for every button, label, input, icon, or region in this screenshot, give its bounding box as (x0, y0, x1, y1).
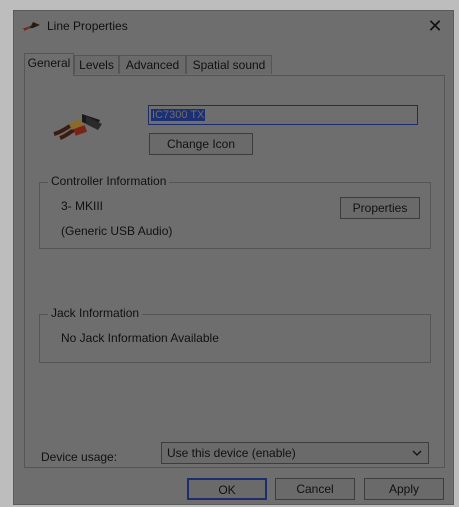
controller-name: 3- MKIII (61, 199, 104, 213)
controller-driver: (Generic USB Audio) (61, 224, 173, 238)
general-tab-panel: IC7300 TX Change Icon Controller Informa… (24, 75, 445, 468)
apply-button[interactable]: Apply (364, 478, 444, 500)
cancel-button[interactable]: Cancel (275, 478, 355, 500)
device-usage-dropdown[interactable]: Use this device (enable) (161, 442, 429, 464)
tab-spatial-sound[interactable]: Spatial sound (186, 55, 272, 74)
device-name-value: IC7300 TX (151, 109, 206, 121)
rca-cable-icon (53, 114, 102, 140)
controller-information-group: Controller Information 3- MKIII (Generic… (39, 174, 431, 249)
change-icon-button[interactable]: Change Icon (149, 133, 253, 155)
tab-levels[interactable]: Levels (74, 55, 119, 74)
window-title: Line Properties (47, 19, 128, 33)
speaker-cable-icon (22, 22, 40, 31)
device-usage-label: Device usage: (41, 450, 118, 464)
device-name-field[interactable]: IC7300 TX (148, 105, 418, 125)
tab-advanced[interactable]: Advanced (119, 55, 186, 74)
controller-information-title: Controller Information (48, 174, 170, 188)
close-icon: ✕ (427, 16, 443, 36)
device-usage-value: Use this device (enable) (167, 446, 296, 460)
jack-information-group: Jack Information No Jack Information Ava… (39, 306, 431, 363)
jack-information-text: No Jack Information Available (61, 331, 219, 345)
line-properties-dialog: Line Properties ✕ General Levels Advance… (13, 10, 454, 505)
properties-button[interactable]: Properties (340, 197, 420, 219)
chevron-down-icon (412, 450, 422, 456)
close-button[interactable]: ✕ (425, 15, 445, 37)
jack-information-title: Jack Information (48, 306, 143, 320)
tab-general[interactable]: General (24, 53, 74, 76)
title-bar[interactable]: Line Properties ✕ (14, 11, 453, 41)
ok-button[interactable]: OK (187, 478, 267, 500)
